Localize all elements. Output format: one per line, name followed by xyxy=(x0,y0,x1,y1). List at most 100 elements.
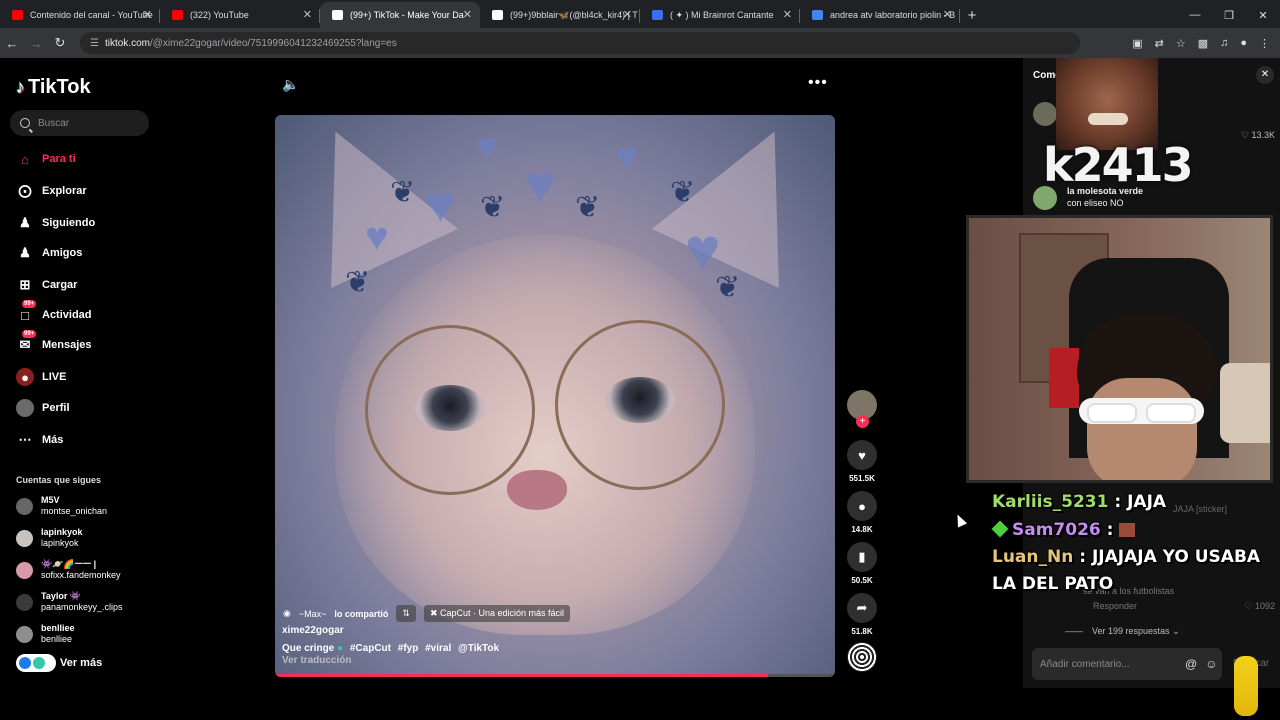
avatar[interactable] xyxy=(1033,102,1057,126)
capcut-link[interactable]: ✖ CapCut · Una edición más fácil xyxy=(423,605,571,622)
followed-account[interactable]: M5V montse_onichan xyxy=(16,495,107,517)
nav-explorar[interactable]: ⨀ Explorar xyxy=(16,182,87,200)
close-icon[interactable]: ✕ xyxy=(1256,66,1274,84)
bookmark-star-icon[interactable]: ☆ xyxy=(1176,37,1186,50)
tab-close-icon[interactable]: ✕ xyxy=(303,8,312,21)
nav-live[interactable]: ● LIVE xyxy=(16,368,66,386)
see-translation-link[interactable]: Ver traducción xyxy=(282,655,351,666)
like-button[interactable]: ♥ xyxy=(847,440,877,470)
nav-siguiendo[interactable]: ♟ Siguiendo xyxy=(16,214,95,232)
browser-tab[interactable]: (99+)9bblair🦋(@bl4ck_kir4) | T ✕ xyxy=(480,2,640,28)
forward-icon[interactable]: → xyxy=(24,36,48,51)
video-author[interactable]: xime22gogar xyxy=(282,625,344,636)
mouse-cursor-icon xyxy=(952,512,968,528)
tab-title: andrea atv laboratorio piolin - B xyxy=(830,10,956,20)
browser-tab[interactable]: ( ✦ ) Mi Brainrot Cantante ✕ xyxy=(640,2,800,28)
mention-icon[interactable]: @ xyxy=(1185,657,1197,671)
followed-account[interactable]: 👾🪐🌈ㅡㅡ | sofixx.fandemonkey xyxy=(16,559,121,581)
glasses-left-lens xyxy=(365,325,535,495)
browser-tab[interactable]: Contenido del canal - YouTube ✕ xyxy=(0,2,160,28)
media-icon[interactable]: ♫ xyxy=(1220,37,1228,50)
see-more-link[interactable]: Ver más xyxy=(16,654,102,672)
browser-tab[interactable]: (322) YouTube ✕ xyxy=(160,2,320,28)
butterfly-icon: ❦ xyxy=(345,266,371,299)
like-count: 551.5K xyxy=(849,474,875,483)
account-name: Taylor 👾 xyxy=(41,591,82,601)
hashtag-link[interactable]: #CapCut xyxy=(350,643,391,654)
followed-account[interactable]: Taylor 👾 panamonkeyy_.clips xyxy=(16,591,123,613)
hashtag-link[interactable]: #viral xyxy=(425,643,451,654)
browser-tab[interactable]: (99+) TikTok - Make Your Da ✕ xyxy=(320,2,480,28)
tab-close-icon[interactable]: ✕ xyxy=(943,8,952,21)
nav-para-ti[interactable]: ⌂ Para ti xyxy=(16,150,76,168)
install-icon[interactable]: ▣ xyxy=(1132,37,1142,50)
reload-icon[interactable]: ↻ xyxy=(48,35,72,51)
browser-tab[interactable]: andrea atv laboratorio piolin - B ✕ xyxy=(800,2,960,28)
back-icon[interactable]: ← xyxy=(0,36,24,51)
diamond-badge-icon xyxy=(991,520,1009,538)
tiktok-logo[interactable]: ♪ TikTok xyxy=(16,76,91,99)
nav-label: Cargar xyxy=(42,279,78,291)
sound-disc-icon[interactable] xyxy=(847,642,877,672)
maximize-icon[interactable]: ❐ xyxy=(1212,9,1246,22)
follow-plus-icon[interactable]: + xyxy=(856,415,869,428)
creator-avatar[interactable]: + xyxy=(847,390,877,428)
search-input[interactable]: Buscar xyxy=(10,110,149,136)
nav-cargar[interactable]: ⊞ Cargar xyxy=(16,276,78,294)
account-name: M5V xyxy=(41,495,60,505)
shared-by[interactable]: ~Max~ xyxy=(299,609,327,619)
reply-like-count[interactable]: ♡ 1092 xyxy=(1244,601,1275,612)
tab-close-icon[interactable]: ✕ xyxy=(143,8,152,21)
heart-decoration-icon: ♥ xyxy=(425,176,456,234)
glasses-right-lens xyxy=(555,320,725,490)
butterfly-icon: ❦ xyxy=(575,191,601,224)
nav-perfil[interactable]: Perfil xyxy=(16,399,70,417)
emoji-icon: ● xyxy=(337,643,344,654)
heart-decoration-icon: ♥ xyxy=(525,156,556,214)
address-bar[interactable]: ☰ tiktok.com/@xime22gogar/video/75199960… xyxy=(80,32,1080,54)
comment-like-count[interactable]: ♡ 13.3K xyxy=(1241,130,1275,141)
nav-mensajes[interactable]: ✉ 99+ Mensajes xyxy=(16,330,92,354)
nav-amigos[interactable]: ♟ Amigos xyxy=(16,244,82,262)
nav-label: LIVE xyxy=(42,371,67,383)
messages-badge: 99+ xyxy=(22,330,37,338)
volume-icon[interactable]: 🔈 xyxy=(282,76,299,93)
extensions-icon[interactable]: ▩ xyxy=(1198,37,1208,50)
nav-actividad[interactable]: □ 99+ Actividad xyxy=(16,300,92,324)
tab-separator xyxy=(959,9,960,23)
hashtag-link[interactable]: #fyp xyxy=(398,643,419,654)
followed-account[interactable]: benlliee benlliee xyxy=(16,623,75,645)
tab-close-icon[interactable]: ✕ xyxy=(463,8,472,21)
logo-text: TikTok xyxy=(28,76,91,98)
comment-placeholder: Añadir comentario... xyxy=(1040,658,1130,670)
tab-close-icon[interactable]: ✕ xyxy=(783,8,792,21)
view-replies-text: Ver 199 respuestas xyxy=(1092,626,1170,636)
emoji-picker-icon[interactable]: ☺ xyxy=(1205,657,1217,671)
profile-avatar-icon[interactable]: ● xyxy=(1240,37,1247,50)
share-button[interactable]: ➦ xyxy=(847,593,877,623)
site-info-icon[interactable]: ☰ xyxy=(90,38,99,49)
close-window-icon[interactable]: ✕ xyxy=(1246,9,1280,22)
view-replies-link[interactable]: —— Ver 199 respuestas ⌄ xyxy=(1065,626,1180,637)
followed-account[interactable]: lapinkyok lapinkyok xyxy=(16,527,83,549)
reply-link[interactable]: Responder xyxy=(1093,601,1137,611)
tab-favicon-icon xyxy=(492,10,503,20)
minimize-icon[interactable]: — xyxy=(1178,9,1212,21)
more-options-icon[interactable]: ••• xyxy=(808,74,828,92)
mention-link[interactable]: @TikTok xyxy=(458,643,499,654)
translate-icon[interactable]: ⇄ xyxy=(1155,37,1164,50)
video-progress-bar[interactable] xyxy=(275,674,835,677)
nav-label: Mensajes xyxy=(42,339,92,351)
floating-app-pill[interactable] xyxy=(16,654,56,672)
compass-icon: ⨀ xyxy=(18,183,32,198)
video-player[interactable]: ♥ ♥ ♥ ♥ ♥ ♥ ❦ ❦ ❦ ❦ ❦ ❦ ◉ ~Max~ lo compa… xyxy=(275,115,835,677)
description-text: Que cringe xyxy=(282,643,335,654)
comment-button[interactable]: ● xyxy=(847,491,877,521)
menu-icon[interactable]: ⋮ xyxy=(1259,37,1270,50)
nav-mas[interactable]: ⋯ Más xyxy=(16,431,64,449)
chair-accent xyxy=(1049,348,1079,408)
save-button[interactable]: ▮ xyxy=(847,542,877,572)
tab-close-icon[interactable]: ✕ xyxy=(623,8,632,21)
new-tab-button[interactable]: + xyxy=(960,2,984,28)
progress-fill xyxy=(275,674,768,677)
